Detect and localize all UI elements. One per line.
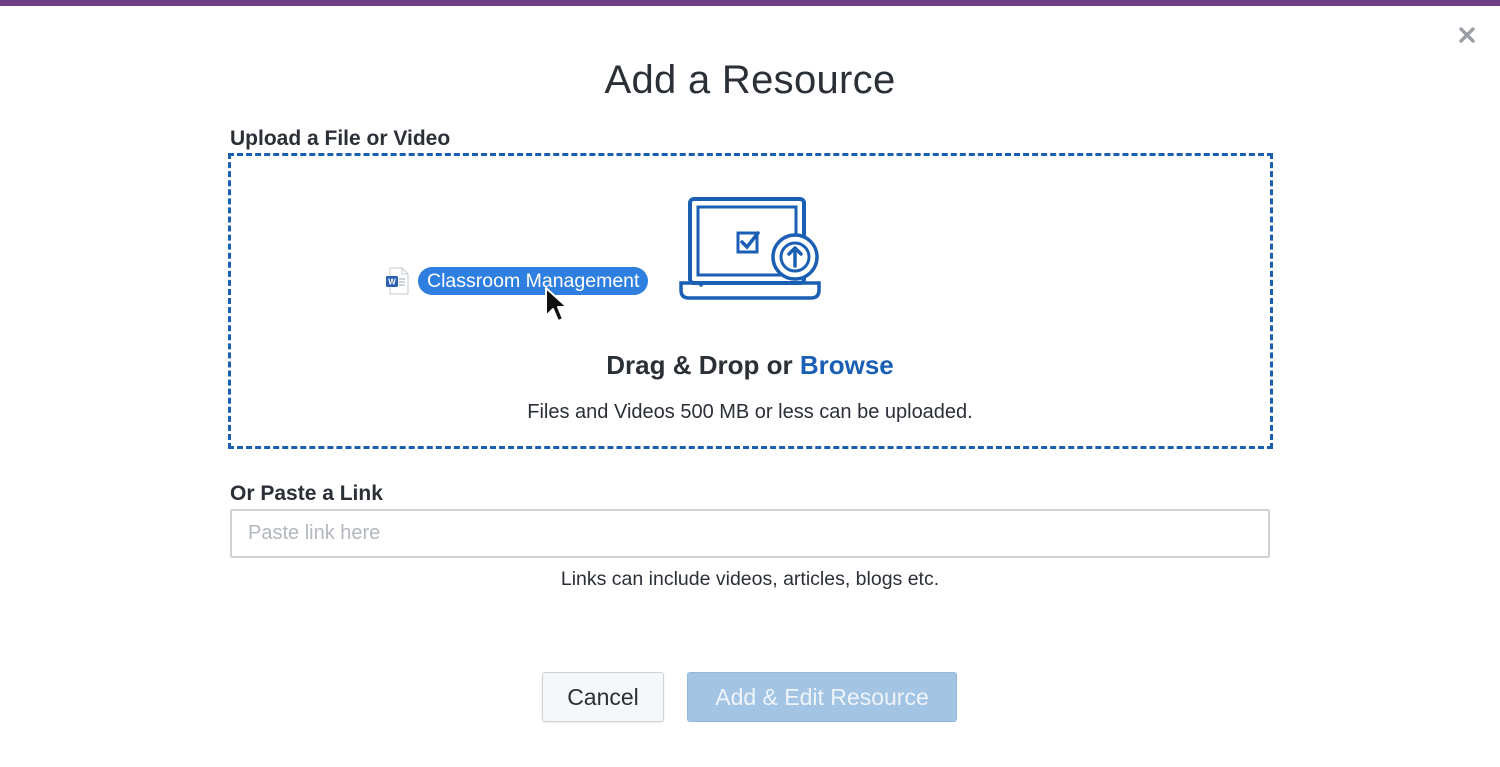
dialog-title: Add a Resource [604, 58, 896, 102]
laptop-upload-icon [679, 197, 821, 300]
upload-size-note: Files and Videos 500 MB or less can be u… [527, 401, 973, 423]
dragged-file-name: Classroom Management [418, 267, 649, 295]
drop-prompt: Drag & Drop or Browse [0, 350, 1500, 381]
drop-prompt-text: Drag & Drop or [606, 350, 793, 380]
close-icon [1459, 27, 1475, 43]
word-document-icon: W [386, 267, 409, 295]
cancel-button[interactable]: Cancel [542, 672, 664, 722]
link-input[interactable] [230, 509, 1270, 558]
mouse-pointer-icon [545, 287, 568, 322]
add-edit-resource-button[interactable]: Add & Edit Resource [687, 672, 957, 722]
dragged-file[interactable]: W Classroom Management [386, 266, 649, 296]
browse-link[interactable]: Browse [800, 350, 894, 380]
svg-text:W: W [388, 278, 396, 287]
link-section-label: Or Paste a Link [230, 482, 383, 505]
link-help-text: Links can include videos, articles, blog… [560, 568, 940, 590]
close-button[interactable] [1454, 22, 1480, 48]
brand-top-bar [0, 0, 1500, 6]
upload-section-label: Upload a File or Video [230, 127, 451, 150]
add-resource-dialog: Add a Resource Upload a File or Video W … [0, 0, 1500, 767]
